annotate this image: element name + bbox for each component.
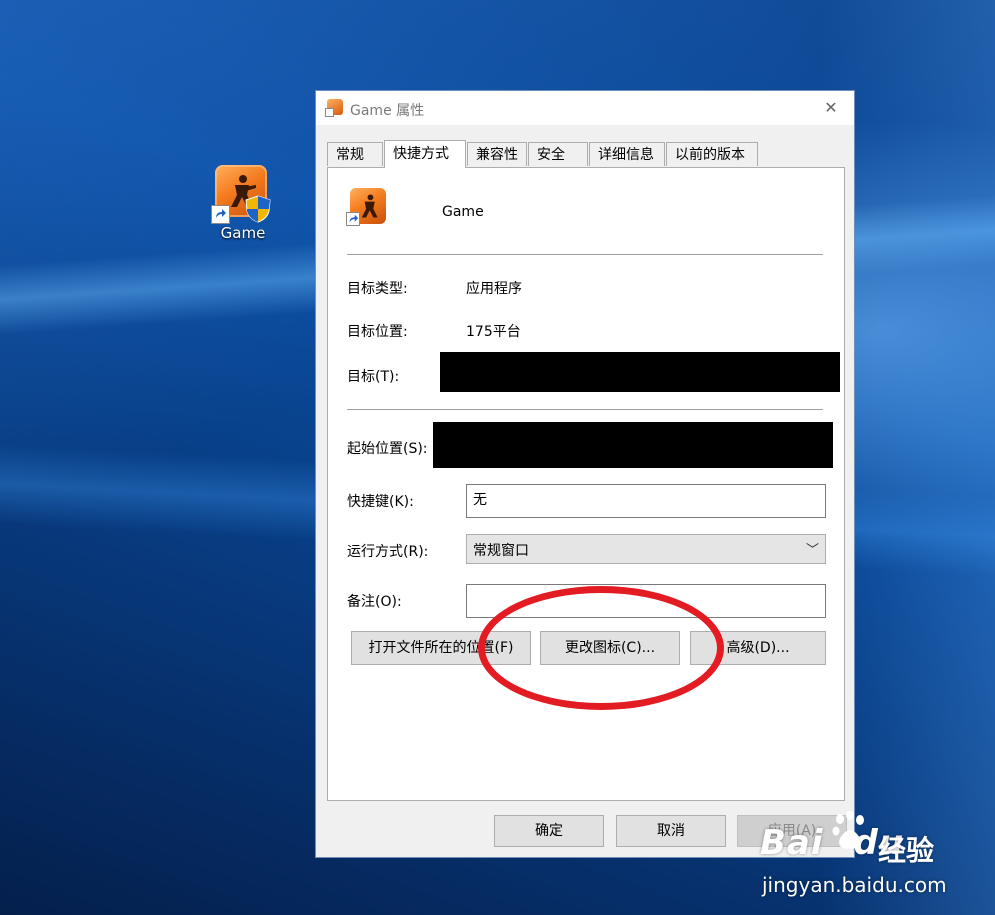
cancel-button[interactable]: 取消: [616, 815, 726, 847]
window-title: Game 属性: [350, 103, 425, 119]
properties-dialog: Game 属性 ✕ 常规 快捷方式 兼容性 安全 详细信息 以前的版本 Game…: [315, 90, 855, 858]
hotkey-field[interactable]: 无: [466, 484, 826, 518]
run-mode-value: 常规窗口: [473, 543, 529, 559]
title-bar[interactable]: Game 属性 ✕: [316, 91, 854, 125]
shortcut-large-icon: [346, 188, 386, 228]
target-label: 目标(T):: [347, 369, 400, 385]
comment-label: 备注(O):: [347, 594, 402, 610]
separator: [347, 409, 823, 410]
shortcut-tab-panel: Game 目标类型: 应用程序 目标位置: 175平台 目标(T): 起始位置(…: [327, 167, 845, 801]
tab-previous-versions[interactable]: 以前的版本: [666, 142, 758, 166]
open-file-location-button[interactable]: 打开文件所在的位置(F): [351, 631, 531, 665]
watermark-brand-part1: Bai: [760, 823, 824, 863]
run-label: 运行方式(R):: [347, 544, 429, 560]
tab-compatibility[interactable]: 兼容性: [467, 142, 527, 166]
tab-general[interactable]: 常规: [327, 142, 383, 166]
separator: [347, 254, 823, 255]
app-icon: [325, 99, 343, 117]
hotkey-label: 快捷键(K):: [347, 494, 414, 510]
chevron-down-icon: ﹀: [805, 543, 819, 558]
uac-shield-icon: [245, 195, 271, 227]
ok-button[interactable]: 确定: [494, 815, 604, 847]
comment-field[interactable]: [466, 584, 826, 618]
change-icon-button[interactable]: 更改图标(C)...: [540, 631, 680, 665]
shortcut-name: Game: [442, 204, 484, 220]
start-in-field-redacted[interactable]: [433, 422, 833, 468]
target-type-value: 应用程序: [466, 281, 522, 297]
advanced-button[interactable]: 高级(D)...: [690, 631, 826, 665]
target-location-value: 175平台: [466, 324, 521, 340]
desktop-icon-game[interactable]: Game: [205, 165, 281, 242]
target-field-redacted[interactable]: [440, 352, 840, 392]
tab-details[interactable]: 详细信息: [589, 142, 665, 166]
tab-security[interactable]: 安全: [528, 142, 588, 166]
target-location-label: 目标位置:: [347, 324, 408, 340]
start-in-label: 起始位置(S):: [347, 441, 428, 457]
tab-shortcut[interactable]: 快捷方式: [384, 140, 466, 168]
close-icon[interactable]: ✕: [808, 91, 854, 125]
shortcut-arrow-icon: [211, 205, 230, 224]
watermark-product: 经验: [878, 834, 935, 867]
game-app-icon: [211, 165, 271, 224]
baidu-paw-icon: [832, 811, 864, 849]
target-type-label: 目标类型:: [347, 281, 408, 297]
watermark-url: jingyan.baidu.com: [762, 873, 947, 897]
run-mode-select[interactable]: 常规窗口 ﹀: [466, 534, 826, 564]
baidu-jingyan-watermark: Bai du 经验 jingyan.baidu.com: [758, 805, 988, 905]
